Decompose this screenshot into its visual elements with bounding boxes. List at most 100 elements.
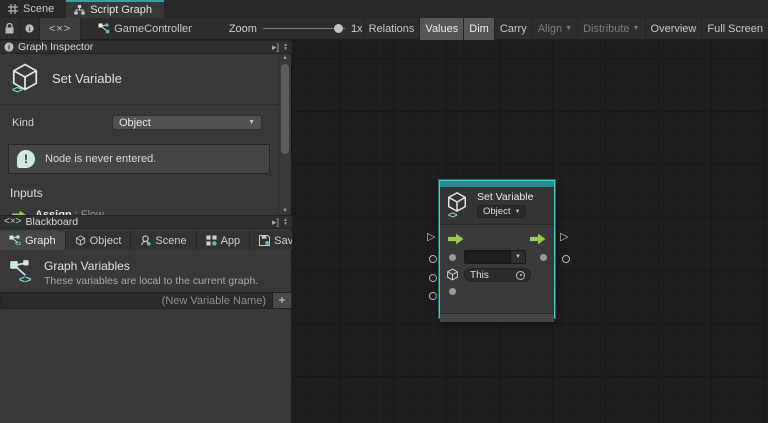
- carry-label: Carry: [499, 22, 527, 35]
- dim-label: Dim: [469, 22, 489, 35]
- add-variable-button[interactable]: +: [272, 292, 292, 309]
- tab-app[interactable]: App: [196, 231, 251, 250]
- graph-variables-title: Graph Variables: [44, 259, 130, 273]
- set-variable-node[interactable]: <> Set Variable Object ▼ ▼ This: [439, 180, 555, 322]
- graph-canvas[interactable]: ▷ ▷ <> Set Variable Object ▼ ▼ This: [292, 40, 768, 423]
- tab-graph[interactable]: <> Graph: [0, 231, 66, 250]
- info-icon: i: [25, 24, 34, 33]
- node-title: Set Variable: [477, 191, 534, 203]
- info-icon: i: [4, 42, 14, 52]
- node-value-row: ▼: [440, 248, 554, 266]
- panel-scroll-arrows[interactable]: ▲ ▼: [283, 218, 288, 227]
- blackboard-title: Blackboard: [25, 216, 79, 228]
- node-flow-row: [440, 230, 554, 248]
- lock-button[interactable]: [0, 17, 20, 40]
- flow-in-icon[interactable]: [448, 233, 464, 245]
- inspector-scrollbar[interactable]: ▲ ▼: [278, 54, 290, 215]
- inspected-node-title: Set Variable: [52, 70, 122, 86]
- node-footer: [440, 313, 554, 322]
- align-label: Align: [537, 22, 563, 35]
- set-variable-icon: <>: [446, 191, 470, 220]
- svg-text:<>: <>: [19, 274, 32, 285]
- blackboard-icon: <×>: [4, 216, 22, 227]
- value-output-port[interactable]: [562, 255, 570, 263]
- value-input-port[interactable]: [429, 274, 437, 282]
- tab-scene[interactable]: Scene: [131, 231, 197, 250]
- node-body: ▼ This: [440, 230, 554, 313]
- carry-button[interactable]: Carry: [493, 17, 532, 40]
- node-kind-dropdown[interactable]: Object ▼: [477, 205, 527, 218]
- variable-name-dropdown[interactable]: ▼: [464, 250, 526, 264]
- graph-target-button[interactable]: GameController: [93, 18, 197, 40]
- script-graph-icon: [98, 23, 110, 34]
- flow-input-port[interactable]: ▷: [427, 232, 435, 243]
- align-button[interactable]: Align ▼: [531, 17, 577, 40]
- scroll-up-icon[interactable]: ▲: [279, 54, 291, 62]
- overview-button[interactable]: Overview: [644, 17, 702, 40]
- values-button[interactable]: Values: [419, 17, 464, 40]
- zoom-label: Zoom: [228, 22, 257, 35]
- svg-text:<>: <>: [15, 242, 21, 246]
- scene-icon: [141, 235, 151, 246]
- relations-button[interactable]: Relations: [362, 17, 420, 40]
- zoom-control: Zoom 1x: [229, 23, 363, 35]
- overview-label: Overview: [650, 22, 697, 35]
- tab-scene-label: Scene: [23, 3, 55, 15]
- value-input-port[interactable]: [429, 292, 437, 300]
- distribute-button[interactable]: Distribute ▼: [577, 17, 644, 40]
- distribute-label: Distribute: [583, 22, 630, 35]
- flow-output-port[interactable]: ▷: [560, 232, 568, 243]
- maximize-panel-icon[interactable]: ▸]: [272, 217, 279, 227]
- dim-button[interactable]: Dim: [463, 17, 494, 40]
- svg-text:i: i: [8, 44, 10, 52]
- zoom-slider-handle[interactable]: [333, 23, 343, 33]
- chevron-down-icon: ▼: [565, 25, 573, 32]
- set-variable-icon: <>: [10, 62, 40, 96]
- graph-variables-text: Graph Variables These variables are loca…: [44, 259, 258, 287]
- kind-label: Kind: [12, 116, 35, 129]
- toolbar-right-group: Relations Values Dim Carry Align ▼ Distri…: [362, 17, 768, 40]
- zoom-slider[interactable]: [262, 23, 345, 34]
- warning-text: Node is never entered.: [45, 153, 157, 165]
- app-grid-icon: [206, 235, 217, 246]
- tab-script-graph[interactable]: Script Graph: [66, 0, 164, 18]
- chevron-down-icon: ▼: [632, 25, 640, 32]
- values-label: Values: [425, 22, 459, 35]
- value-port-icon[interactable]: [449, 288, 456, 295]
- svg-text:i: i: [29, 26, 31, 33]
- panel-scroll-arrows[interactable]: ▲ ▼: [283, 43, 288, 52]
- target-object-field[interactable]: This: [464, 268, 531, 282]
- flow-out-icon[interactable]: [530, 233, 546, 245]
- warning-glyph: !: [24, 152, 28, 166]
- value-port-icon[interactable]: [540, 254, 547, 261]
- tab-graph-label: Graph: [25, 234, 56, 247]
- unity-script-graph-window: Scene Script Graph i <×> GameController …: [0, 0, 768, 423]
- cube-icon: [447, 268, 458, 281]
- warning-box: ! Node is never entered.: [8, 144, 270, 174]
- node-header-text: Set Variable Object ▼: [477, 191, 533, 218]
- node-kind-value: Object: [483, 206, 511, 217]
- relations-label: Relations: [368, 22, 415, 35]
- graph-asset-button[interactable]: <×>: [40, 17, 82, 40]
- scrollbar-thumb[interactable]: [281, 64, 289, 154]
- kind-dropdown[interactable]: Object ▼: [112, 115, 262, 130]
- scroll-down-icon[interactable]: ▼: [279, 207, 291, 215]
- info-button[interactable]: i: [20, 17, 40, 40]
- kind-row: Kind Object ▼: [0, 105, 278, 130]
- graph-inspector-header: i Graph Inspector ▸] ▲ ▼: [0, 40, 292, 54]
- tab-object[interactable]: Object: [65, 231, 132, 250]
- maximize-panel-icon[interactable]: ▸]: [272, 42, 279, 52]
- value-port-icon[interactable]: [449, 254, 456, 261]
- inspected-node-title-block: <> Set Variable: [0, 54, 278, 105]
- blackboard-tabs: <> Graph Object Scene App Saved: [0, 231, 316, 250]
- full-screen-button[interactable]: Full Screen: [701, 17, 768, 40]
- object-picker-icon[interactable]: [516, 270, 525, 280]
- hierarchy-icon: [74, 5, 85, 15]
- tab-scene[interactable]: Scene: [0, 0, 66, 18]
- value-input-port[interactable]: [429, 255, 437, 263]
- node-header[interactable]: <> Set Variable Object ▼: [440, 187, 554, 225]
- graph-toolbar: i <×> GameController Zoom 1x Relations V…: [0, 17, 768, 40]
- tab-script-graph-label: Script Graph: [90, 4, 152, 16]
- new-variable-input[interactable]: [0, 292, 272, 309]
- graph-variables-description: These variables are local to the current…: [44, 275, 259, 287]
